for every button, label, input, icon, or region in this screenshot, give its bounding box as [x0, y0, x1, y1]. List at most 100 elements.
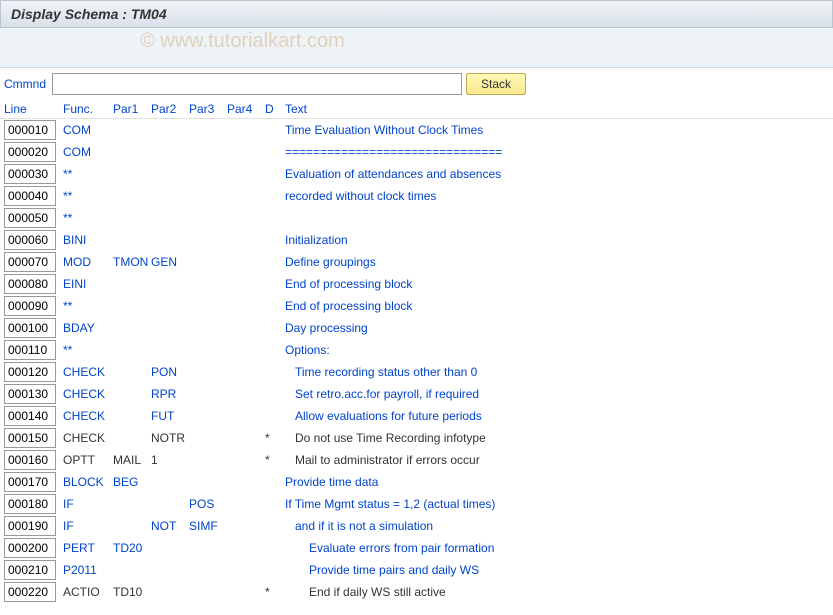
line-number-input[interactable] — [4, 384, 56, 404]
stack-button[interactable]: Stack — [466, 73, 526, 95]
line-number-input[interactable] — [4, 120, 56, 140]
cell-text[interactable]: =============================== — [285, 145, 829, 159]
window-title-bar: Display Schema : TM04 — [0, 0, 833, 28]
cell-func[interactable]: CHECK — [63, 409, 113, 423]
cell-text[interactable]: End if daily WS still active — [285, 585, 829, 599]
cell-func[interactable]: ** — [63, 167, 113, 181]
cell-func[interactable]: CHECK — [63, 431, 113, 445]
line-number-input[interactable] — [4, 472, 56, 492]
cell-par2[interactable]: 1 — [151, 453, 189, 467]
cell-text[interactable]: Define groupings — [285, 255, 829, 269]
cell-func[interactable]: EINI — [63, 277, 113, 291]
cell-func[interactable]: ** — [63, 211, 113, 225]
cell-par1[interactable]: TD20 — [113, 541, 151, 555]
cell-d[interactable]: * — [265, 431, 285, 445]
schema-row: P2011 Provide time pairs and daily WS — [0, 559, 833, 581]
cell-func[interactable]: PERT — [63, 541, 113, 555]
cell-text[interactable]: Initialization — [285, 233, 829, 247]
schema-row: CHECK PON Time recording status other than… — [0, 361, 833, 383]
cell-par1[interactable]: TMON — [113, 255, 151, 269]
cell-par2[interactable]: NOT — [151, 519, 189, 533]
cell-d[interactable]: * — [265, 585, 285, 599]
line-number-input[interactable] — [4, 428, 56, 448]
header-par1: Par1 — [113, 102, 151, 116]
cell-func[interactable]: OPTT — [63, 453, 113, 467]
line-number-input[interactable] — [4, 164, 56, 184]
cell-func[interactable]: CHECK — [63, 387, 113, 401]
cell-text[interactable]: Do not use Time Recording infotype — [285, 431, 829, 445]
line-number-input[interactable] — [4, 582, 56, 602]
schema-row: COM =============================== — [0, 141, 833, 163]
cell-func[interactable]: CHECK — [63, 365, 113, 379]
line-number-input[interactable] — [4, 318, 56, 338]
line-number-input[interactable] — [4, 362, 56, 382]
schema-row: COM Time Evaluation Without Clock Times — [0, 119, 833, 141]
cell-par2[interactable]: PON — [151, 365, 189, 379]
cell-text[interactable]: Provide time data — [285, 475, 829, 489]
cell-text[interactable]: Day processing — [285, 321, 829, 335]
cell-func[interactable]: IF — [63, 497, 113, 511]
line-number-input[interactable] — [4, 208, 56, 228]
cell-par2[interactable]: RPR — [151, 387, 189, 401]
header-par2: Par2 — [151, 102, 189, 116]
cell-text[interactable]: End of processing block — [285, 277, 829, 291]
line-number-input[interactable] — [4, 252, 56, 272]
line-number-input[interactable] — [4, 230, 56, 250]
cell-text[interactable]: and if it is not a simulation — [285, 519, 829, 533]
cell-func[interactable]: MOD — [63, 255, 113, 269]
cell-text[interactable]: Evaluate errors from pair formation — [285, 541, 829, 555]
line-number-input[interactable] — [4, 340, 56, 360]
cell-func[interactable]: ** — [63, 299, 113, 313]
schema-row: CHECK FUT Allow evaluations for future per… — [0, 405, 833, 427]
table-header-row: Line Func. Par1 Par2 Par3 Par4 D Text — [0, 100, 833, 119]
cell-par3[interactable]: POS — [189, 497, 227, 511]
line-number-input[interactable] — [4, 296, 56, 316]
line-number-input[interactable] — [4, 560, 56, 580]
line-number-input[interactable] — [4, 538, 56, 558]
cell-par1[interactable]: TD10 — [113, 585, 151, 599]
schema-row: BINI Initialization — [0, 229, 833, 251]
cell-text[interactable]: Time Evaluation Without Clock Times — [285, 123, 829, 137]
cell-text[interactable]: Set retro.acc.for payroll, if required — [285, 387, 829, 401]
cell-func[interactable]: COM — [63, 123, 113, 137]
command-label: Cmmnd — [4, 77, 46, 91]
command-input[interactable] — [52, 73, 462, 95]
cell-text[interactable]: Evaluation of attendances and absences — [285, 167, 829, 181]
cell-func[interactable]: BLOCK — [63, 475, 113, 489]
cell-par2[interactable]: GEN — [151, 255, 189, 269]
cell-text[interactable]: Provide time pairs and daily WS — [285, 563, 829, 577]
cell-func[interactable]: ** — [63, 343, 113, 357]
cell-text[interactable]: End of processing block — [285, 299, 829, 313]
line-number-input[interactable] — [4, 142, 56, 162]
header-text: Text — [285, 102, 829, 116]
cell-func[interactable]: P2011 — [63, 563, 113, 577]
cell-func[interactable]: BINI — [63, 233, 113, 247]
cell-func[interactable]: ** — [63, 189, 113, 203]
header-d: D — [265, 102, 285, 116]
cell-text[interactable]: Mail to administrator if errors occur — [285, 453, 829, 467]
cell-text[interactable]: recorded without clock times — [285, 189, 829, 203]
cell-par2[interactable]: FUT — [151, 409, 189, 423]
cell-par1[interactable]: BEG — [113, 475, 151, 489]
cell-text[interactable]: Time recording status other than 0 — [285, 365, 829, 379]
cell-func[interactable]: COM — [63, 145, 113, 159]
line-number-input[interactable] — [4, 516, 56, 536]
cell-text[interactable]: If Time Mgmt status = 1,2 (actual times) — [285, 497, 829, 511]
schema-row: ** End of processing block — [0, 295, 833, 317]
cell-par2[interactable]: NOTR — [151, 431, 189, 445]
cell-par3[interactable]: SIMF — [189, 519, 227, 533]
cell-text[interactable]: Options: — [285, 343, 829, 357]
line-number-input[interactable] — [4, 406, 56, 426]
cell-func[interactable]: IF — [63, 519, 113, 533]
line-number-input[interactable] — [4, 450, 56, 470]
cell-func[interactable]: BDAY — [63, 321, 113, 335]
line-number-input[interactable] — [4, 186, 56, 206]
command-bar: Cmmnd Stack — [0, 68, 833, 100]
cell-text[interactable]: Allow evaluations for future periods — [285, 409, 829, 423]
schema-row: IF NOTSIMF and if it is not a simulation — [0, 515, 833, 537]
cell-func[interactable]: ACTIO — [63, 585, 113, 599]
line-number-input[interactable] — [4, 494, 56, 514]
cell-par1[interactable]: MAIL — [113, 453, 151, 467]
cell-d[interactable]: * — [265, 453, 285, 467]
line-number-input[interactable] — [4, 274, 56, 294]
